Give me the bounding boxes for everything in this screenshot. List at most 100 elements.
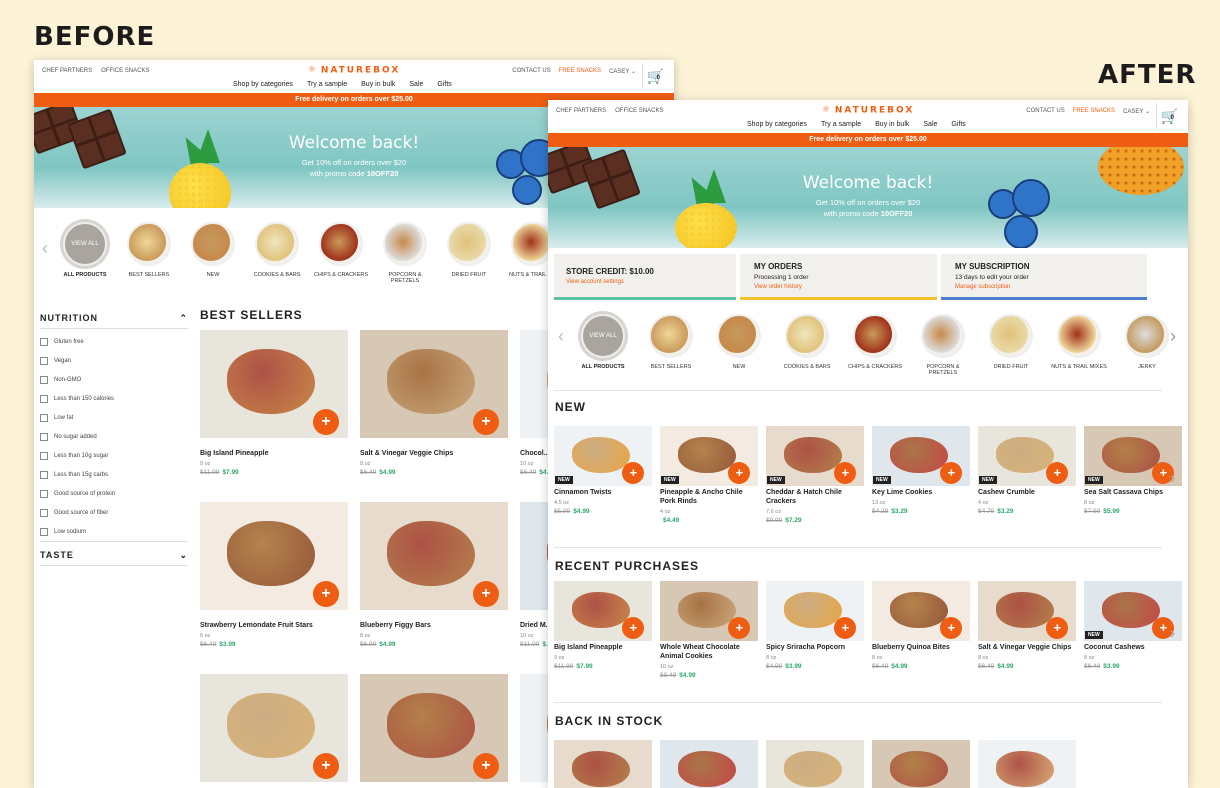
product-card[interactable]: + Blueberry Quinoa Bites 8 oz $6.49 $4.99	[872, 581, 970, 679]
account-card[interactable]: STORE CREDIT: $10.00 View account setting…	[554, 254, 736, 300]
free-snacks-link[interactable]: FREE SNACKS	[1073, 108, 1115, 115]
cart-button[interactable]: 🛒 0	[1156, 103, 1182, 129]
product-image[interactable]: + NEW	[1084, 426, 1182, 486]
category-item[interactable]: COOKIES & BARS	[248, 222, 306, 284]
category-item[interactable]: NEW	[710, 314, 768, 376]
add-to-cart-button[interactable]: +	[1046, 616, 1069, 639]
product-card[interactable]: + NEW Cashew Crumble 4 oz $4.79 $3.29	[978, 426, 1076, 524]
category-item[interactable]: CHIPS & CRACKERS	[846, 314, 904, 376]
category-item[interactable]: VIEW ALL ALL PRODUCTS	[574, 314, 632, 376]
chef-partners-link[interactable]: CHEF PARTNERS	[42, 68, 92, 74]
add-to-cart-button[interactable]: +	[1046, 461, 1069, 484]
filter-option[interactable]: Non-GMO	[40, 370, 188, 389]
checkbox[interactable]	[40, 394, 48, 403]
nav-sale[interactable]: Sale	[409, 81, 423, 88]
contact-us-link[interactable]: CONTACT US	[1026, 108, 1064, 115]
product-card[interactable]: + NEW Key Lime Cookies 13 oz $4.29 $3.29	[872, 426, 970, 524]
product-image[interactable]: + NEW	[766, 426, 864, 486]
add-to-cart-button[interactable]: +	[834, 461, 857, 484]
product-card[interactable]: + NEW Coconut Cashews 8 oz $6.49 $3.99	[1084, 581, 1182, 679]
nav-try-a-sample[interactable]: Try a sample	[307, 81, 347, 88]
taste-filter-header[interactable]: TASTE ⌄	[40, 541, 188, 566]
account-card[interactable]: MY ORDERS Processing 1 order View order hi…	[740, 254, 937, 300]
category-item[interactable]: BEST SELLERS	[120, 222, 178, 284]
product-card[interactable]: + NEW Sea Salt Cassava Chips 8 oz $7.99 $5.99	[1084, 426, 1182, 524]
product-image[interactable]: + NEW	[1084, 581, 1182, 641]
product-card[interactable]: + Big Island Pineapple 9 oz $11.99 $7.99	[200, 330, 348, 498]
product-card[interactable]	[978, 740, 1076, 788]
product-image[interactable]	[660, 740, 758, 788]
product-image[interactable]	[554, 740, 652, 788]
product-card[interactable]: + Whole Wheat Chocolate Animal Cookies 10 …	[660, 581, 758, 679]
category-item[interactable]: BEST SELLERS	[642, 314, 700, 376]
add-to-cart-button[interactable]: +	[312, 753, 339, 780]
product-image[interactable]: +	[200, 502, 348, 610]
checkbox[interactable]	[40, 337, 48, 346]
account-card[interactable]: MY SUBSCRIPTION 13 days to edit your orde…	[941, 254, 1147, 300]
product-card[interactable]: +	[360, 674, 508, 782]
nav-sale[interactable]: Sale	[923, 121, 937, 128]
nav-gifts[interactable]: Gifts	[437, 81, 451, 88]
product-image[interactable]: + NEW	[872, 426, 970, 486]
chef-partners-link[interactable]: CHEF PARTNERS	[556, 108, 606, 114]
add-to-cart-button[interactable]: +	[728, 461, 751, 484]
nav-try-a-sample[interactable]: Try a sample	[821, 121, 861, 128]
product-image[interactable]	[872, 740, 970, 788]
filter-option[interactable]: Low sodium	[40, 522, 188, 541]
checkbox[interactable]	[40, 413, 48, 422]
product-image[interactable]: +	[360, 674, 508, 782]
product-card[interactable]: + Big Island Pineapple 9 oz $11.99 $7.99	[554, 581, 652, 679]
product-image[interactable]: +	[660, 581, 758, 641]
product-image[interactable]: +	[360, 330, 508, 438]
category-item[interactable]: COOKIES & BARS	[778, 314, 836, 376]
nav-buy-in-bulk[interactable]: Buy in bulk	[361, 81, 395, 88]
cart-button[interactable]: 🛒 0	[642, 63, 668, 89]
contact-us-link[interactable]: CONTACT US	[512, 68, 550, 75]
product-card[interactable]	[872, 740, 970, 788]
product-card[interactable]: + NEW Cinnamon Twists 4.5 oz $5.99 $4.99	[554, 426, 652, 524]
free-snacks-link[interactable]: FREE SNACKS	[559, 68, 601, 75]
product-image[interactable]: + NEW	[554, 426, 652, 486]
nav-gifts[interactable]: Gifts	[951, 121, 965, 128]
product-card[interactable]: + Strawberry Lemondate Fruit Stars 6 oz $6.…	[200, 502, 348, 670]
product-image[interactable]: +	[200, 330, 348, 438]
product-card[interactable]: + Spicy Sriracha Popcorn 8 oz $4.99 $3.99	[766, 581, 864, 679]
naturebox-logo[interactable]: ☼ NATUREBOX	[818, 105, 918, 116]
add-to-cart-button[interactable]: +	[312, 409, 339, 436]
checkbox[interactable]	[40, 356, 48, 365]
category-item[interactable]: NEW	[184, 222, 242, 284]
filter-option[interactable]: Less than 15g carbs	[40, 465, 188, 484]
view-all-button[interactable]: VIEW ALL	[63, 222, 107, 266]
row-next-arrow[interactable]: ›	[1170, 625, 1175, 643]
category-item[interactable]: VIEW ALL ALL PRODUCTS	[56, 222, 114, 284]
product-card[interactable]	[766, 740, 864, 788]
checkbox[interactable]	[40, 508, 48, 517]
checkbox[interactable]	[40, 432, 48, 441]
checkbox[interactable]	[40, 451, 48, 460]
nutrition-filter-header[interactable]: NUTRITION ⌃	[40, 310, 188, 329]
add-to-cart-button[interactable]: +	[312, 581, 339, 608]
product-image[interactable]	[978, 740, 1076, 788]
product-image[interactable]: +	[766, 581, 864, 641]
product-card[interactable]: + Blueberry Figgy Bars 8 oz $6.99 $4.99	[360, 502, 508, 670]
naturebox-logo[interactable]: ☼ NATUREBOX	[304, 65, 404, 76]
product-card[interactable]	[554, 740, 652, 788]
product-card[interactable]: + NEW Pineapple & Ancho Chile Pork Rinds 4 …	[660, 426, 758, 524]
filter-option[interactable]: Less than 150 calories	[40, 389, 188, 408]
category-item[interactable]: POPCORN & PRETZELS	[914, 314, 972, 376]
product-image[interactable]	[766, 740, 864, 788]
product-card[interactable]: + Salt & Vinegar Veggie Chips 8 oz $6.49 $4.…	[360, 330, 508, 498]
category-item[interactable]: DRIED FRUIT	[982, 314, 1040, 376]
carousel-next-arrow[interactable]: ›	[1170, 326, 1176, 347]
filter-option[interactable]: Low fat	[40, 408, 188, 427]
product-card[interactable]	[660, 740, 758, 788]
filter-option[interactable]: Gluten free	[40, 332, 188, 351]
nav-shop-by-categories[interactable]: Shop by categories	[233, 81, 293, 88]
category-item[interactable]: JERKY	[1118, 314, 1176, 376]
filter-option[interactable]: No sugar added	[40, 427, 188, 446]
checkbox[interactable]	[40, 375, 48, 384]
add-to-cart-button[interactable]: +	[940, 616, 963, 639]
product-card[interactable]: + NEW Cheddar & Hatch Chile Crackers 7.6 oz…	[766, 426, 864, 524]
add-to-cart-button[interactable]: +	[472, 581, 499, 608]
view-all-button[interactable]: VIEW ALL	[581, 314, 625, 358]
